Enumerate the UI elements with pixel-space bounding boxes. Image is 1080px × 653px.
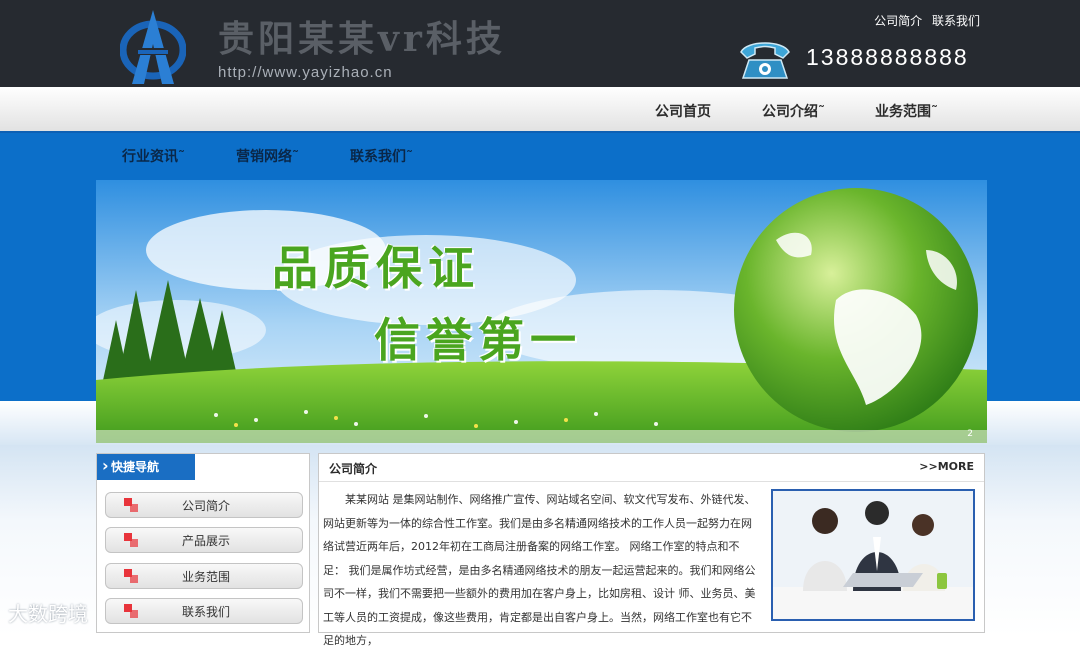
slide-indicator[interactable]: 2 bbox=[967, 429, 973, 439]
top-link-about[interactable]: 公司简介 bbox=[874, 14, 922, 28]
quick-nav-item-contact[interactable]: 联系我们 bbox=[105, 598, 303, 624]
company-intro-title: 公司简介 bbox=[329, 462, 378, 476]
panel-divider bbox=[319, 481, 984, 482]
red-square-icon bbox=[124, 604, 138, 618]
red-square-icon bbox=[124, 498, 138, 512]
phone-number: 13888888888 bbox=[806, 44, 969, 70]
quick-nav-panel: 快捷导航 公司简介 产品展示 业务范围 联系我们 bbox=[96, 453, 310, 633]
top-link-contact[interactable]: 联系我们 bbox=[932, 14, 980, 28]
site-title: 贵阳某某vr科技 bbox=[218, 18, 506, 60]
quick-nav-item-business[interactable]: 业务范围 bbox=[105, 563, 303, 589]
banner-slogan-quality: 品质保证 bbox=[272, 241, 480, 295]
hero-banner[interactable]: 品质保证 信誉第一 2 bbox=[96, 180, 987, 443]
quick-nav-item-products[interactable]: 产品展示 bbox=[105, 527, 303, 553]
company-intro-text: 某某网站 是集网站制作、网络推广宣传、网站域名空间、软文代写发布、外链代发、网站… bbox=[323, 493, 756, 647]
company-logo[interactable] bbox=[120, 6, 186, 86]
telephone-icon bbox=[740, 42, 790, 79]
quick-nav-label: 产品展示 bbox=[182, 534, 231, 548]
red-square-icon bbox=[124, 533, 138, 547]
quick-nav-label: 公司简介 bbox=[182, 499, 231, 513]
nav-contact-us[interactable]: 联系我们˜ bbox=[350, 146, 413, 166]
nav-business-scope[interactable]: 业务范围˜ bbox=[875, 101, 938, 121]
nav-company-intro[interactable]: 公司介绍˜ bbox=[762, 101, 825, 121]
quick-nav-label: 业务范围 bbox=[182, 570, 231, 584]
site-header: 贵阳某某vr科技 http://www.yayizhao.cn 公司简介 联系我… bbox=[0, 0, 1080, 87]
banner-slogan-reputation: 信誉第一 bbox=[374, 313, 582, 367]
site-url: http://www.yayizhao.cn bbox=[218, 64, 393, 81]
more-link[interactable]: >>MORE bbox=[919, 460, 974, 473]
company-intro-panel: 公司简介 >>MORE 某某网站 是集网站制作、网络推广宣传、网站域名空间、软文… bbox=[318, 453, 985, 647]
quick-nav-title: 快捷导航 bbox=[97, 453, 195, 480]
red-square-icon bbox=[124, 569, 138, 583]
quick-nav-label: 联系我们 bbox=[182, 605, 231, 619]
team-photo[interactable] bbox=[771, 489, 975, 621]
primary-nav: 公司首页 公司介绍˜ 业务范围˜ bbox=[0, 87, 1080, 133]
nav-marketing-network[interactable]: 营销网络˜ bbox=[236, 146, 299, 166]
nav-industry-news[interactable]: 行业资讯˜ bbox=[122, 146, 185, 166]
team-photo-image bbox=[773, 491, 973, 619]
top-links: 公司简介 联系我们 bbox=[868, 12, 980, 29]
watermark: 大数跨境 bbox=[8, 602, 88, 626]
quick-nav-item-about[interactable]: 公司简介 bbox=[105, 492, 303, 518]
nav-home[interactable]: 公司首页 bbox=[655, 101, 711, 121]
